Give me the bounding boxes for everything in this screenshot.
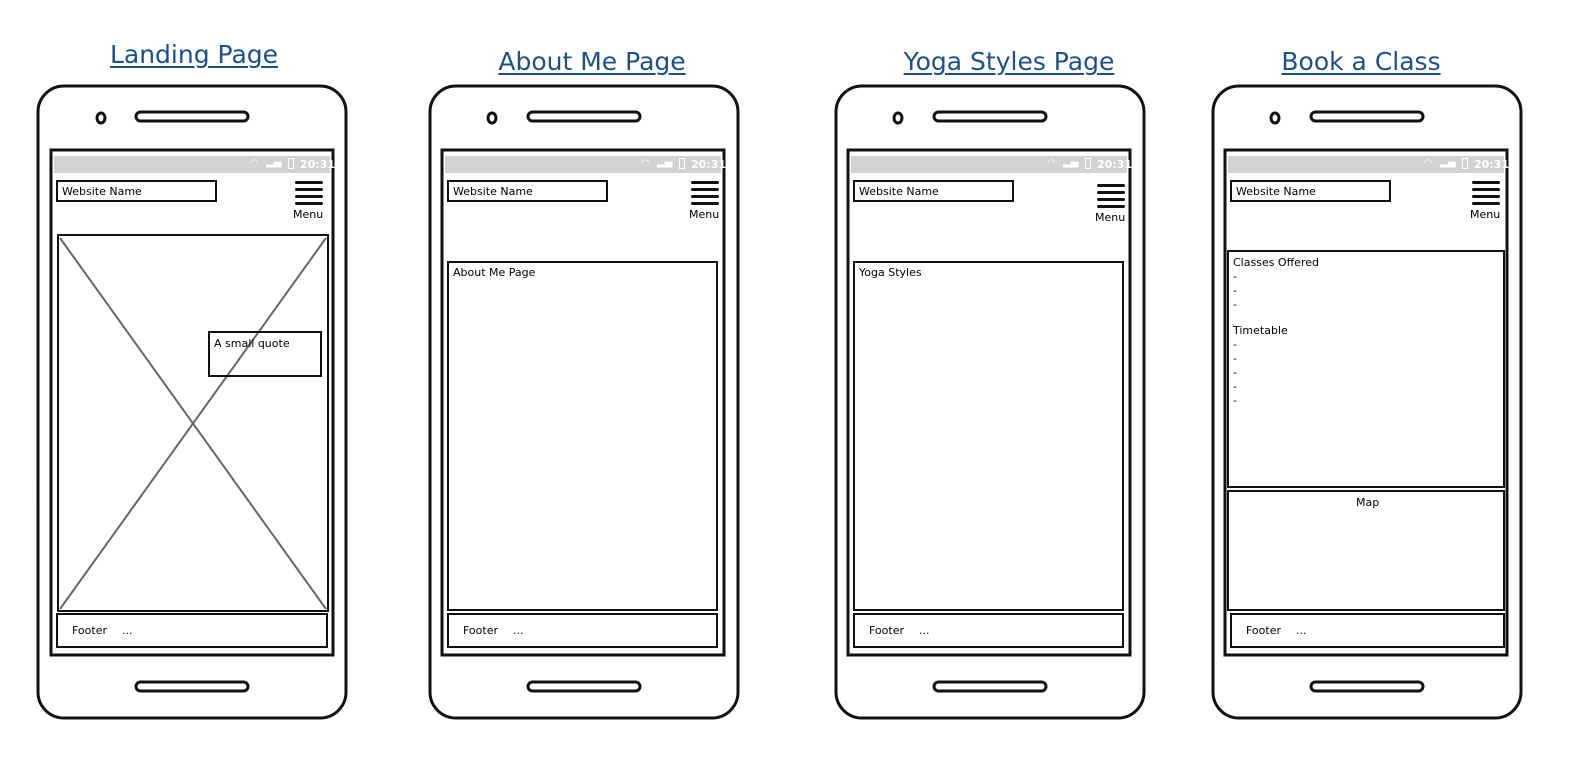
wifi-icon: ◠ [1047,158,1056,169]
site-name-box[interactable]: Website Name [447,180,608,202]
footer-dots: ... [513,624,524,637]
hamburger-menu-icon[interactable] [295,181,323,207]
status-bar: ◠ ▂▄ 20:31 [445,156,726,173]
camera-3 [892,111,904,125]
camera-1 [95,111,107,125]
site-name-box[interactable]: Website Name [56,180,217,202]
home-bar-2 [526,680,642,693]
screen-frame-1 [49,148,335,657]
status-bar: ◠ ▂▄ 20:31 [1228,156,1509,173]
page-title-about[interactable]: About Me Page [498,47,685,76]
map-label: Map [1356,496,1380,509]
signal-icon: ▂▄ [266,157,282,168]
page-title-yoga-styles[interactable]: Yoga Styles Page [904,47,1115,76]
footer-label: Footer [463,624,498,637]
list-item: - [1233,338,1237,351]
page-title-landing[interactable]: Landing Page [110,40,278,69]
footer-box: Footer ... [447,613,718,648]
timetable-list: - - - - - [1233,338,1237,408]
list-item: - [1233,366,1237,379]
menu-label: Menu [689,208,720,221]
wifi-icon: ◠ [250,158,259,169]
battery-icon [288,158,294,169]
classes-box: Classes Offered - - - Timetable - - - - … [1227,250,1505,488]
quote-text: A small quote [214,337,290,350]
home-bar-3 [932,680,1048,693]
list-item: - [1233,352,1237,365]
footer-label: Footer [1246,624,1281,637]
status-time: 20:31 [300,158,336,171]
map-box: Map [1227,490,1505,611]
footer-dots: ... [919,624,930,637]
site-name-label: Website Name [453,185,533,198]
timetable-heading: Timetable [1233,324,1288,337]
list-item: - [1233,270,1237,283]
menu-label: Menu [1470,208,1501,221]
battery-icon [1085,158,1091,169]
status-time: 20:31 [691,158,727,171]
content-label: Yoga Styles [859,266,922,279]
classes-list: - - - [1233,270,1237,312]
battery-icon [1462,158,1468,169]
status-bar: ◠ ▂▄ 20:31 [54,156,335,173]
content-box: About Me Page [447,261,718,611]
wifi-icon: ◠ [1424,158,1433,169]
footer-label: Footer [869,624,904,637]
speaker-1 [134,110,250,123]
site-name-box[interactable]: Website Name [1230,180,1391,202]
menu-label: Menu [1095,211,1126,224]
home-bar-4 [1309,680,1425,693]
hamburger-menu-icon[interactable] [1097,184,1125,210]
footer-box: Footer ... [56,613,328,648]
speaker-3 [932,110,1048,123]
list-item: - [1233,380,1237,393]
camera-2 [486,111,498,125]
classes-heading: Classes Offered [1233,256,1319,269]
home-bar-1 [134,680,250,693]
list-item: - [1233,298,1237,311]
site-name-label: Website Name [859,185,939,198]
speaker-4 [1309,110,1425,123]
site-name-label: Website Name [62,185,142,198]
footer-label: Footer [72,624,107,637]
status-bar: ◠ ▂▄ 20:31 [851,156,1132,173]
status-time: 20:31 [1474,158,1510,171]
quote-box: A small quote [208,331,322,377]
content-box: Yoga Styles [853,261,1124,611]
speaker-2 [526,110,642,123]
list-item: - [1233,284,1237,297]
signal-icon: ▂▄ [657,157,673,168]
page-title-book-class[interactable]: Book a Class [1281,47,1440,76]
footer-box: Footer ... [1230,613,1505,648]
footer-box: Footer ... [853,613,1124,648]
site-name-box[interactable]: Website Name [853,180,1014,202]
battery-icon [679,158,685,169]
list-item: - [1233,394,1237,407]
site-name-label: Website Name [1236,185,1316,198]
status-time: 20:31 [1097,158,1133,171]
content-label: About Me Page [453,266,536,279]
signal-icon: ▂▄ [1063,157,1079,168]
footer-dots: ... [1296,624,1307,637]
hamburger-menu-icon[interactable] [691,181,719,207]
wifi-icon: ◠ [641,158,650,169]
hamburger-menu-icon[interactable] [1472,181,1500,207]
camera-4 [1269,111,1281,125]
signal-icon: ▂▄ [1440,157,1456,168]
menu-label: Menu [293,208,324,221]
footer-dots: ... [122,624,133,637]
